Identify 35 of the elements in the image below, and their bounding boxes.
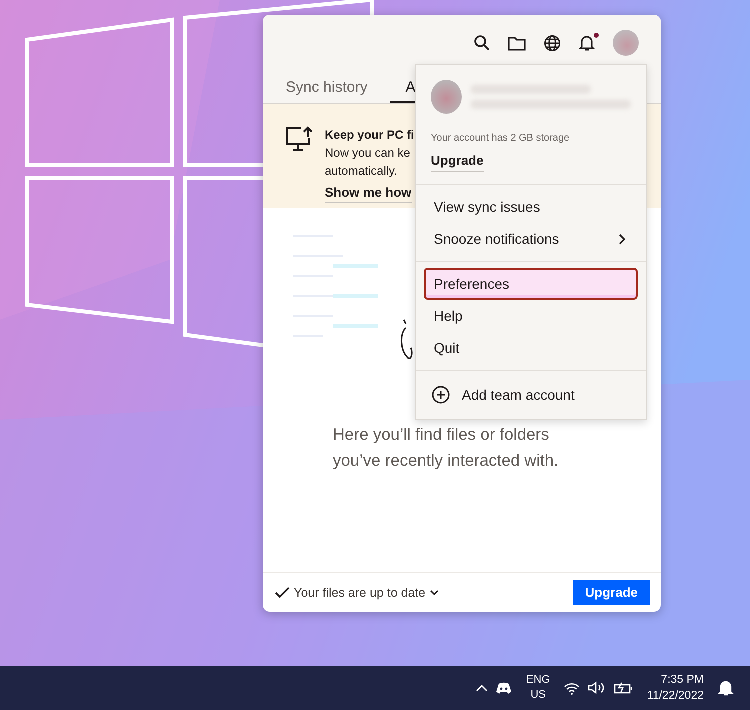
notification-bell-icon[interactable]	[718, 680, 734, 696]
empty-state-message: Here you’ll find files or folders you’ve recently interacted with.	[333, 425, 560, 472]
globe-icon[interactable]	[544, 34, 561, 52]
upgrade-button[interactable]: Upgrade	[573, 580, 650, 605]
menu-item[interactable]: Help	[424, 300, 638, 332]
bell-icon[interactable]	[579, 34, 595, 52]
plus-circle-icon	[432, 386, 450, 404]
upgrade-link[interactable]: Upgrade	[431, 153, 484, 172]
gamepad-icon[interactable]	[496, 682, 512, 694]
menu-item[interactable]: Snooze notifications	[424, 223, 638, 255]
banner-title: Keep your PC fi	[325, 127, 414, 144]
show-me-how-link[interactable]: Show me how	[325, 184, 412, 203]
wifi-icon[interactable]	[564, 682, 580, 694]
menu-item[interactable]: View sync issues	[424, 191, 638, 223]
battery-icon[interactable]	[614, 682, 634, 694]
banner-text: automatically.	[325, 163, 398, 180]
add-team-account-item[interactable]: Add team account	[424, 377, 638, 413]
storage-info: Your account has 2 GB storage	[431, 133, 571, 144]
search-icon[interactable]	[474, 35, 490, 51]
monitor-upload-icon	[285, 126, 315, 152]
avatar	[431, 80, 462, 114]
chevron-up-icon[interactable]	[476, 684, 488, 692]
clock-time[interactable]: 7:35 PM	[661, 672, 704, 688]
language-label[interactable]: ENG	[526, 673, 550, 688]
volume-icon[interactable]	[588, 681, 606, 695]
check-icon	[275, 586, 290, 598]
clock-date[interactable]: 11/22/2022	[647, 688, 704, 704]
region-label[interactable]: US	[530, 688, 546, 703]
sync-status[interactable]: Your files are up to date	[294, 586, 426, 600]
chevron-down-icon[interactable]	[430, 590, 439, 596]
menu-item[interactable]: Preferences	[424, 268, 638, 300]
banner-text: Now you can ke	[325, 145, 412, 162]
tab[interactable]: Sync history	[286, 71, 368, 103]
menu-item[interactable]: Quit	[424, 332, 638, 364]
folder-icon[interactable]	[508, 36, 526, 50]
